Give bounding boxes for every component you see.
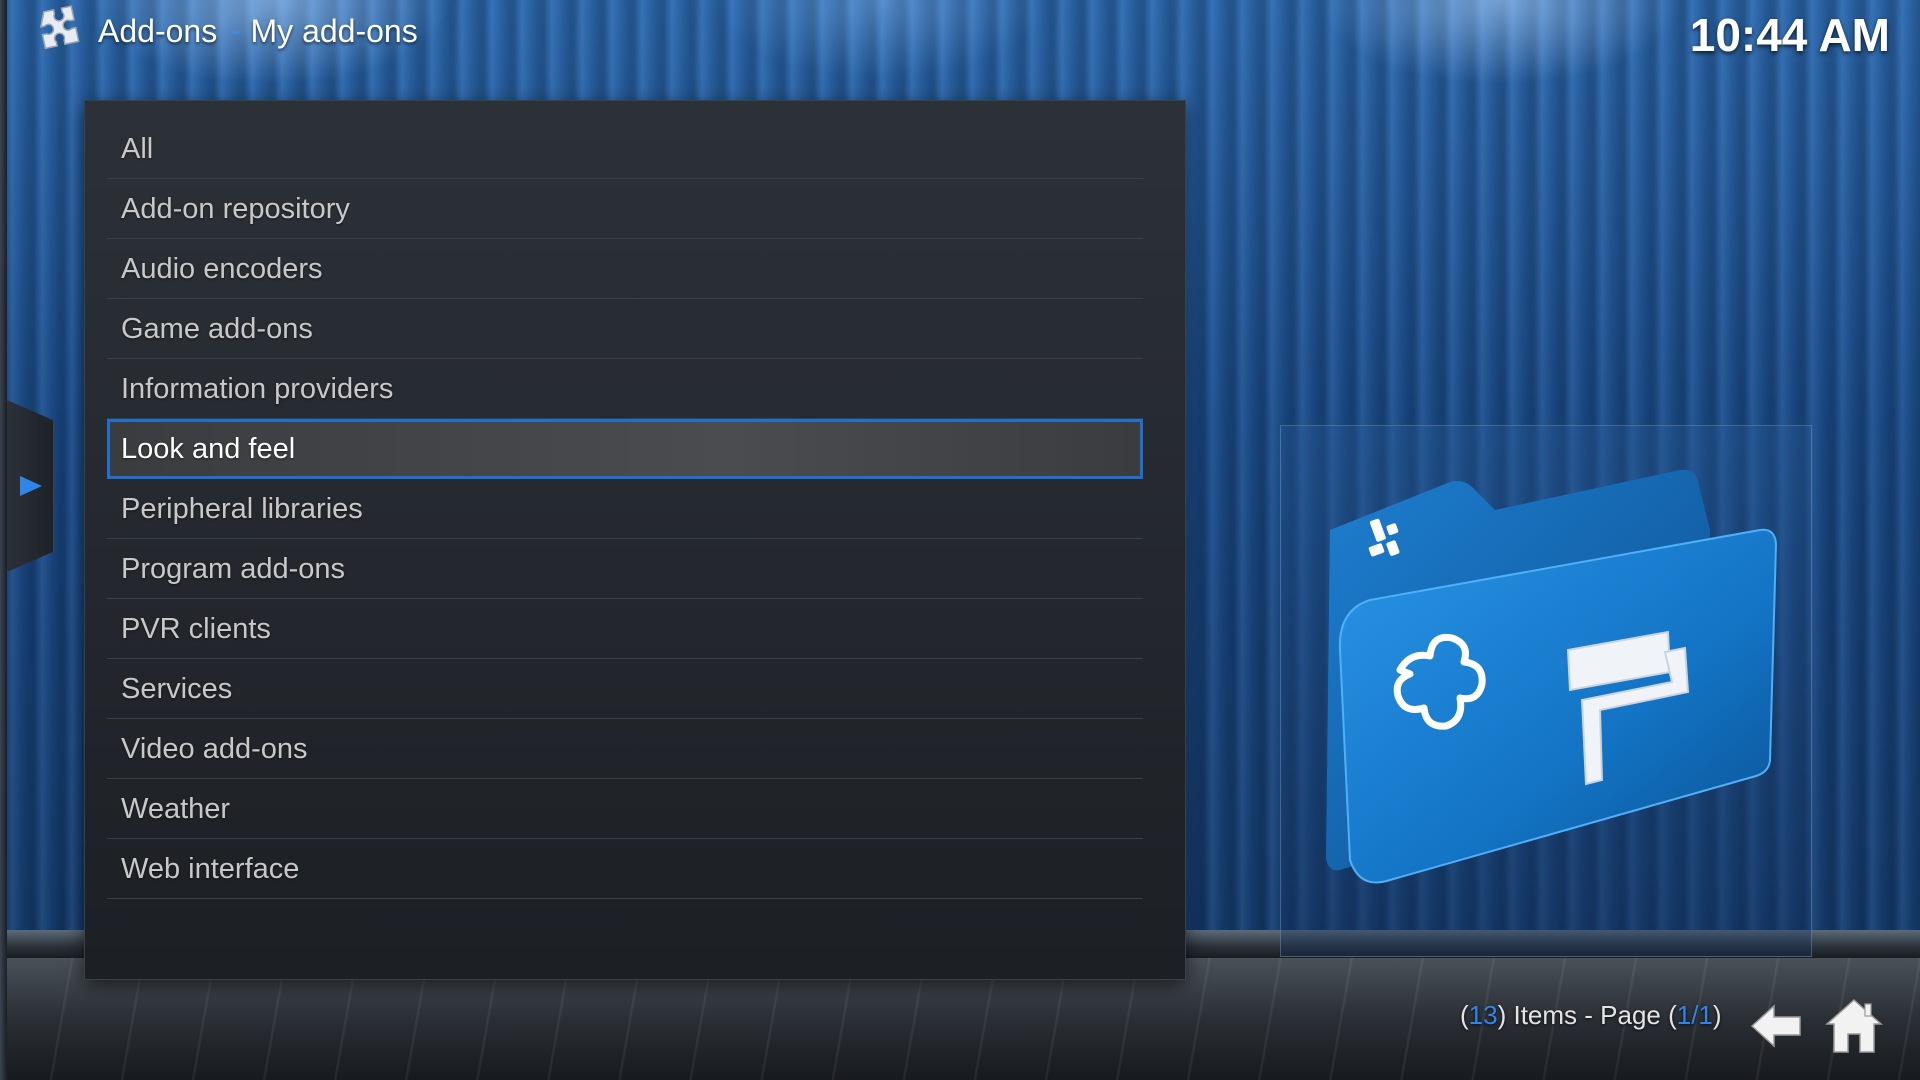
items-open-paren: (: [1460, 1000, 1469, 1030]
list-item[interactable]: Information providers: [107, 359, 1143, 419]
clock: 10:44 AM: [1689, 9, 1890, 61]
list-item[interactable]: All: [107, 119, 1143, 179]
list-item[interactable]: Game add-ons: [107, 299, 1143, 359]
list-item[interactable]: Program add-ons: [107, 539, 1143, 599]
list-item[interactable]: Video add-ons: [107, 719, 1143, 779]
list-item[interactable]: Weather: [107, 779, 1143, 839]
breadcrumb-separator: -: [231, 15, 241, 46]
back-arrow-icon[interactable]: [1748, 998, 1804, 1054]
list-item[interactable]: Web interface: [107, 839, 1143, 899]
list-item[interactable]: Services: [107, 659, 1143, 719]
list-item[interactable]: Add-on repository: [107, 179, 1143, 239]
home-icon[interactable]: [1824, 996, 1884, 1056]
list-item[interactable]: Audio encoders: [107, 239, 1143, 299]
items-close-paren: ): [1712, 1000, 1722, 1030]
category-list: All Add-on repository Audio encoders Game a…: [107, 119, 1143, 899]
header-breadcrumb: Add-ons - My add-ons: [28, 5, 418, 56]
left-edge: [0, 0, 7, 1080]
puzzle-piece-icon: [39, 5, 80, 50]
items-page-info: (13) Items - Page (1/1): [1460, 1000, 1722, 1031]
look-and-feel-folder-icon: [1326, 469, 1778, 884]
page-number: 1/1: [1676, 1000, 1713, 1030]
list-item[interactable]: Look and feel: [107, 419, 1143, 479]
category-list-panel: All Add-on repository Audio encoders Game a…: [84, 100, 1186, 980]
list-item[interactable]: PVR clients: [107, 599, 1143, 659]
breadcrumb-section: Add-ons: [98, 12, 218, 49]
items-count: 13: [1468, 1000, 1498, 1030]
items-label: ) Items - Page (: [1497, 1000, 1677, 1030]
page-title: My add-ons: [250, 12, 418, 49]
list-item[interactable]: Peripheral libraries: [107, 479, 1143, 539]
arrow-right-icon[interactable]: [20, 476, 42, 496]
